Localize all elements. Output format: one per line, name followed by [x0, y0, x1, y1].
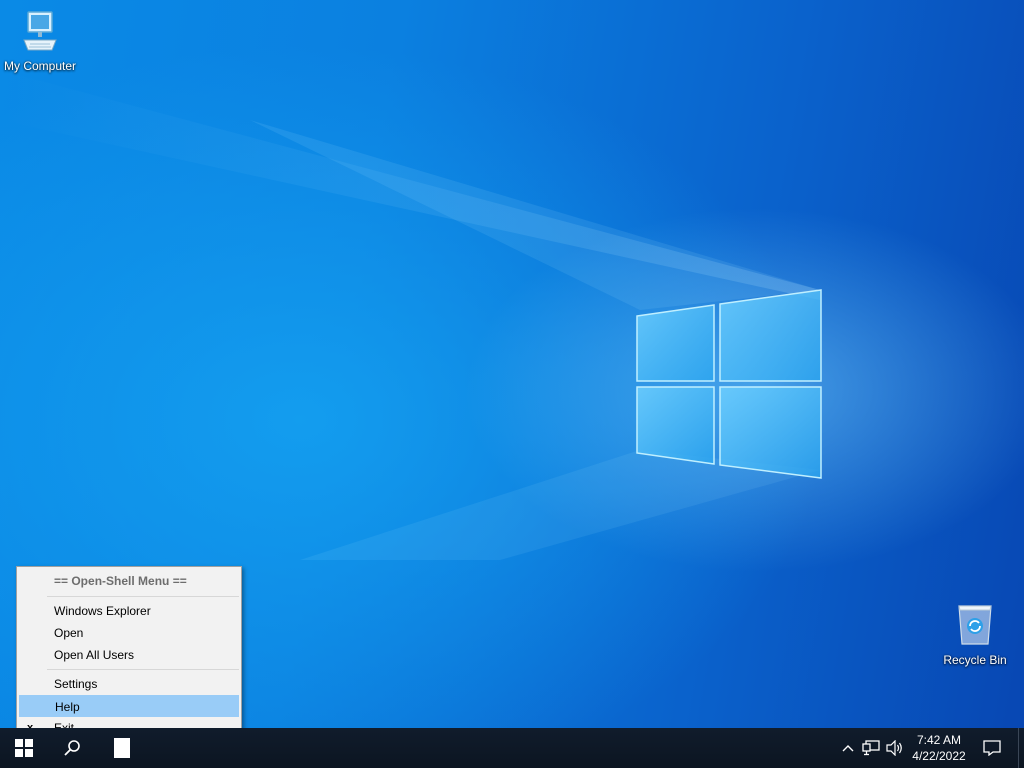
my-computer-desktop-icon[interactable]: My Computer	[0, 8, 80, 73]
recycle-bin-label: Recycle Bin	[943, 653, 1007, 667]
search-button[interactable]	[48, 728, 96, 768]
menu-item-label: Settings	[54, 677, 98, 691]
menu-item-settings[interactable]: Settings	[19, 673, 239, 695]
network-button[interactable]	[860, 728, 882, 768]
menu-item-label: Open	[54, 626, 84, 640]
computer-icon	[23, 11, 57, 51]
show-hidden-icons-button[interactable]	[838, 728, 858, 768]
volume-icon	[886, 740, 902, 756]
clock[interactable]: 7:42 AM 4/22/2022	[908, 728, 970, 768]
start-button[interactable]	[0, 728, 48, 768]
menu-item-open[interactable]: Open	[19, 622, 239, 644]
menu-item-label: Help	[55, 700, 80, 714]
recycle-bin-icon	[958, 605, 992, 645]
notification-icon	[983, 740, 1001, 756]
menu-item-open-all-users[interactable]: Open All Users	[19, 644, 239, 666]
menu-item-label: Windows Explorer	[54, 604, 151, 618]
menu-item-label: Open All Users	[54, 648, 135, 662]
windows-start-icon	[15, 739, 33, 757]
open-shell-context-menu: == Open-Shell Menu == Windows Explorer O…	[16, 566, 242, 740]
action-center-button[interactable]	[978, 728, 1006, 768]
menu-item-windows-explorer[interactable]: Windows Explorer	[19, 600, 239, 622]
menu-separator	[47, 669, 239, 670]
taskbar-app-button[interactable]	[100, 728, 144, 768]
my-computer-label: My Computer	[3, 59, 77, 73]
blank-document-icon	[114, 738, 130, 758]
chevron-up-icon	[842, 745, 854, 752]
clock-time: 7:42 AM	[916, 733, 962, 747]
menu-separator	[47, 596, 239, 597]
context-menu-header: == Open-Shell Menu ==	[54, 574, 187, 588]
menu-item-help[interactable]: Help	[19, 695, 239, 717]
taskbar: 7:42 AM 4/22/2022	[0, 728, 1024, 768]
volume-button[interactable]	[884, 728, 906, 768]
clock-date: 4/22/2022	[912, 749, 966, 763]
show-desktop-button[interactable]	[1018, 728, 1024, 768]
search-icon	[64, 740, 80, 756]
network-icon	[862, 740, 880, 756]
recycle-bin-desktop-icon[interactable]: Recycle Bin	[935, 600, 1015, 667]
